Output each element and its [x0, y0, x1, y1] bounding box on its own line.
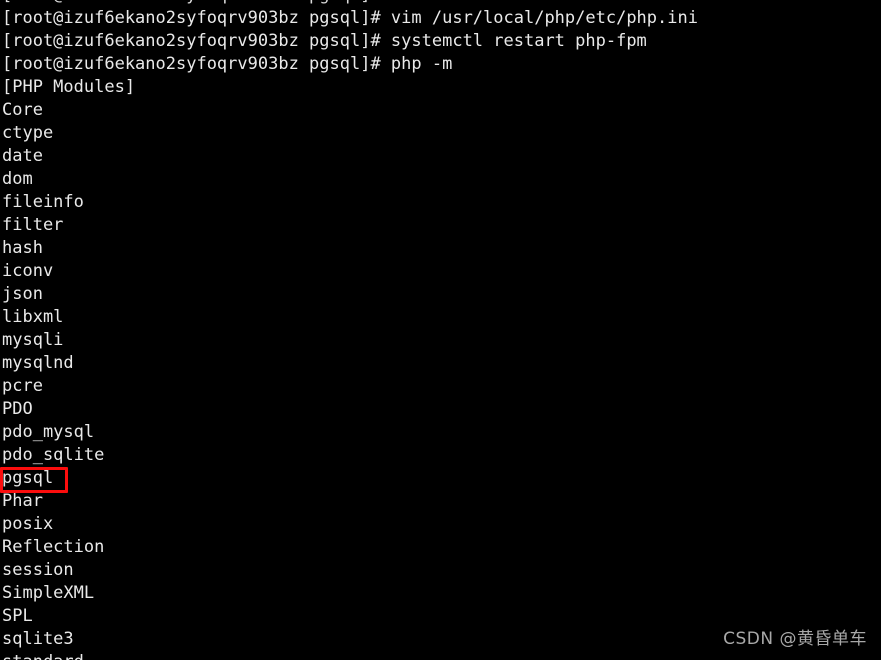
terminal-line: mysqlnd — [2, 353, 74, 373]
terminal-line: posix — [2, 514, 54, 534]
terminal-window[interactable]: [root@izuf6ekano2syfoqrv903bz pgsql]# cl… — [0, 0, 881, 660]
terminal-line: pcre — [2, 376, 43, 396]
terminal-line: standard — [0, 651, 881, 660]
terminal-line: fileinfo — [2, 192, 84, 212]
terminal-line: date — [2, 146, 43, 166]
terminal-line: SPL — [2, 606, 33, 626]
terminal-line: dom — [2, 169, 33, 189]
terminal-line: pdo_sqlite — [2, 445, 105, 465]
terminal-line: hash — [2, 238, 43, 258]
terminal-screen: [root@izuf6ekano2syfoqrv903bz pgsql]# cl… — [0, 0, 881, 660]
terminal-line-pgsql: pgsql — [2, 468, 54, 488]
terminal-line: Phar — [2, 491, 43, 511]
terminal-line: [root@izuf6ekano2syfoqrv903bz pgsql]# vi… — [2, 8, 698, 28]
terminal-line: [root@izuf6ekano2syfoqrv903bz pgsql]# sy… — [2, 31, 647, 51]
terminal-line: pdo_mysql — [2, 422, 95, 442]
terminal-line: Reflection — [2, 537, 105, 557]
terminal-line: filter — [2, 215, 64, 235]
terminal-line: [PHP Modules] — [2, 77, 136, 97]
csdn-watermark: CSDN @黄昏单车 — [723, 629, 867, 649]
terminal-line: json — [2, 284, 43, 304]
terminal-line: mysqli — [2, 330, 64, 350]
terminal-line: Core — [2, 100, 43, 120]
terminal-line: ctype — [2, 123, 54, 143]
terminal-line: iconv — [2, 261, 54, 281]
terminal-line: session — [2, 560, 74, 580]
terminal-line: [root@izuf6ekano2syfoqrv903bz pgsql]# cl… — [0, 0, 881, 7]
terminal-line: [root@izuf6ekano2syfoqrv903bz pgsql]# ph… — [2, 54, 453, 74]
terminal-line: SimpleXML — [2, 583, 95, 603]
terminal-line: libxml — [2, 307, 64, 327]
terminal-line: PDO — [2, 399, 33, 419]
